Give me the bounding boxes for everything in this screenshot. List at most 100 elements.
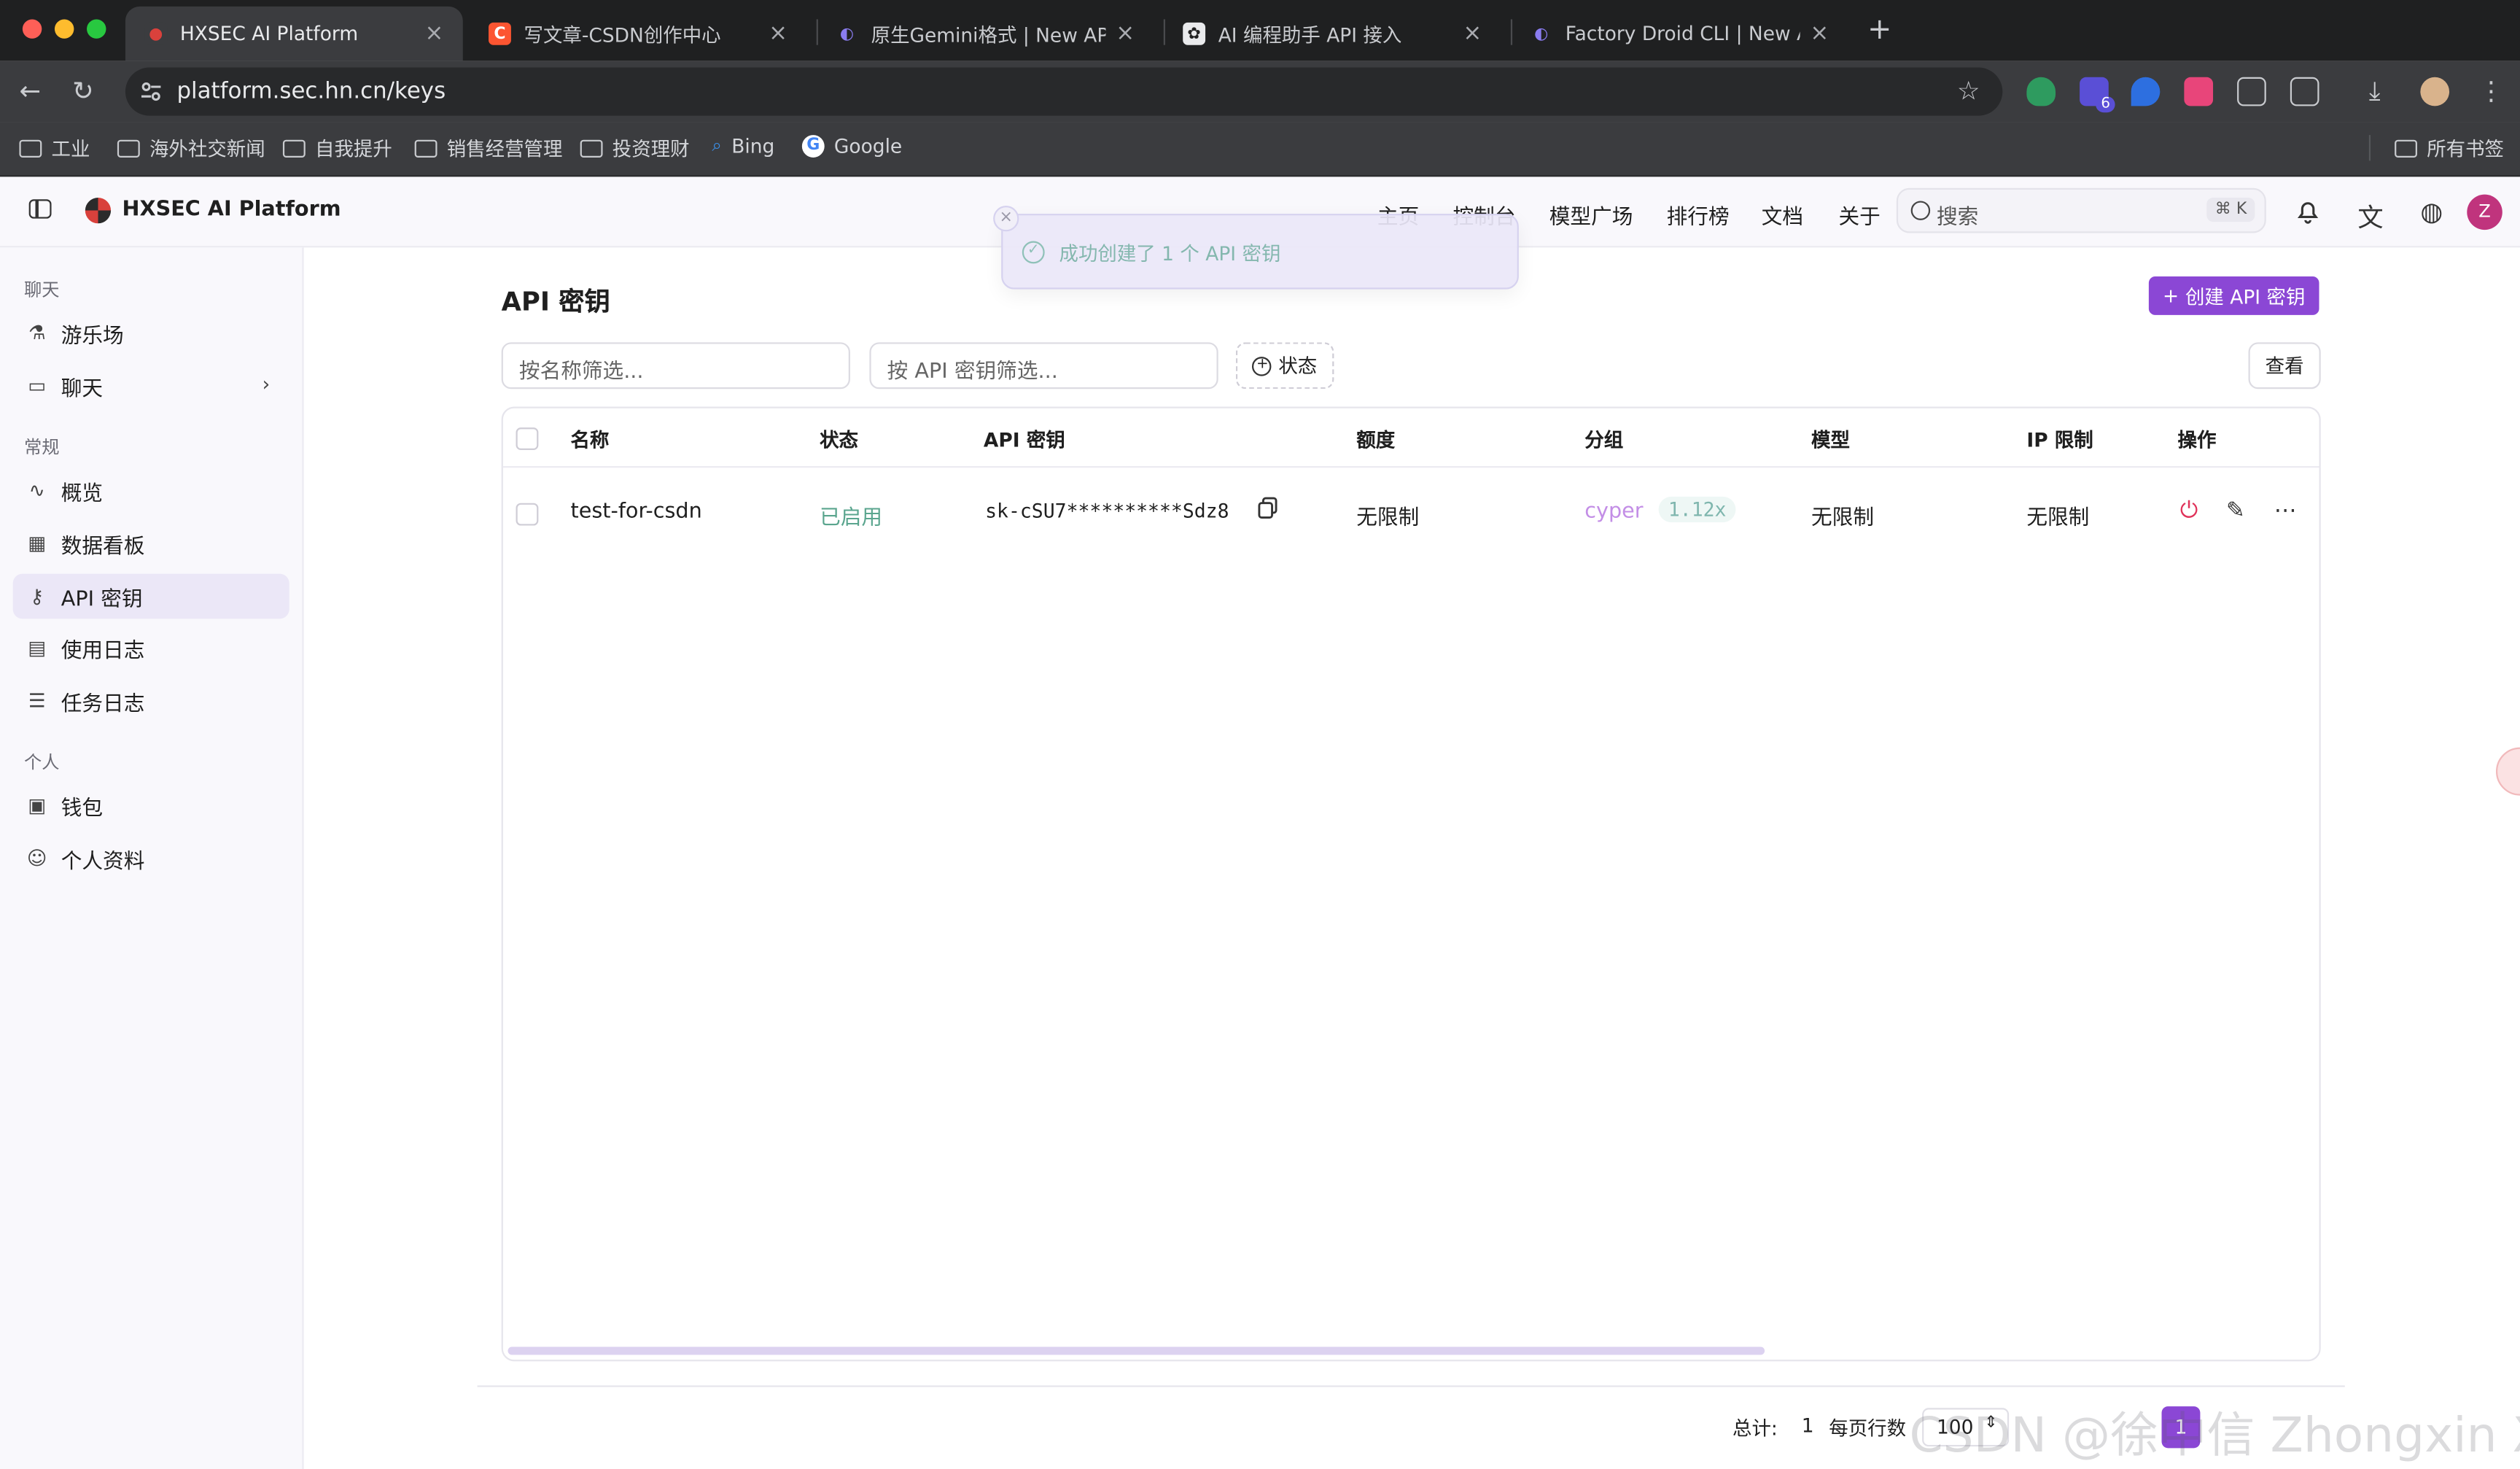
horizontal-scrollbar[interactable] <box>508 1346 1765 1355</box>
browser-tab-hxsec[interactable]: ● HXSEC AI Platform × <box>125 6 463 61</box>
browser-tab-factory-droid[interactable]: ◐ Factory Droid CLI | New API × <box>1511 7 1848 61</box>
sidebar-item-dashboard[interactable]: ▦ 数据看板 <box>13 521 289 566</box>
sidebar-toggle-icon[interactable] <box>28 199 52 219</box>
sidebar-item-wallet[interactable]: ▣ 钱包 <box>13 783 289 828</box>
extension-with-badge-icon[interactable]: 6 <box>2080 77 2115 113</box>
ratio-tag: 1.12x <box>1658 496 1736 523</box>
sidebar-item-playground[interactable]: ⚗ 游乐场 <box>13 310 289 355</box>
edit-icon[interactable]: ✎ <box>2222 498 2248 524</box>
create-api-key-button[interactable]: + 创建 API 密钥 <box>2148 276 2319 315</box>
close-window-button[interactable] <box>22 19 42 39</box>
disable-power-icon[interactable]: ⏻ <box>2176 498 2201 524</box>
sidebar-section-general: 常规 <box>24 437 60 458</box>
more-menu-icon[interactable]: ⋮ <box>2478 76 2504 106</box>
brand-name[interactable]: HXSEC AI Platform <box>122 198 341 222</box>
close-tab-icon[interactable]: × <box>769 21 788 47</box>
column-header[interactable]: IP 限制 <box>2026 426 2093 453</box>
column-header[interactable]: API 密钥 <box>984 426 1065 453</box>
bing-icon: ⌕ <box>712 135 723 156</box>
tab-title: 写文章-CSDN创作中心 <box>524 23 721 46</box>
bookmark-bing[interactable]: ⌕ Bing <box>712 135 774 158</box>
nav-model-plaza[interactable]: 模型广场 <box>1549 199 1633 230</box>
browser-tab-gemini[interactable]: ◐ 原生Gemini格式 | New API × <box>817 7 1154 61</box>
hxsec-logo-icon <box>85 198 112 224</box>
extensions-puzzle-icon[interactable] <box>2290 77 2319 106</box>
bookmark-google[interactable]: G Google <box>801 135 902 158</box>
more-actions-icon[interactable]: ⋯ <box>2273 498 2298 524</box>
column-header[interactable]: 模型 <box>1811 426 1850 453</box>
close-icon[interactable]: × <box>993 206 1019 232</box>
close-tab-icon[interactable]: × <box>1810 21 1829 47</box>
address-bar[interactable]: platform.sec.hn.cn/keys ☆ <box>125 67 2003 116</box>
toast-message: 成功创建了 1 个 API 密钥 <box>1059 242 1281 265</box>
select-all-checkbox[interactable] <box>516 427 539 450</box>
column-header[interactable]: 状态 <box>820 426 858 453</box>
browser-tab-strip: ● HXSEC AI Platform × C 写文章-CSDN创作中心 × ◐… <box>0 0 2520 61</box>
site-settings-icon[interactable] <box>139 79 164 104</box>
tab-title: 原生Gemini格式 | New API <box>871 23 1107 46</box>
bookmark-folder[interactable]: 销售经营管理 <box>414 135 562 162</box>
folder-icon <box>19 139 42 158</box>
key-filter-input[interactable]: 按 API 密钥筛选... <box>869 342 1218 389</box>
row-checkbox[interactable] <box>516 503 539 526</box>
name-filter-input[interactable]: 按名称筛选... <box>501 342 850 389</box>
table-header: 名称 状态 API 密钥 额度 分组 模型 IP 限制 操作 <box>502 408 2319 468</box>
sidebar-item-label: 使用日志 <box>61 638 145 663</box>
shield-extension-icon[interactable] <box>2026 77 2056 106</box>
column-header[interactable]: 名称 <box>570 426 609 453</box>
browser-tab-ai-coding[interactable]: ✿ AI 编程助手 API 接入 × <box>1164 7 1501 61</box>
new-tab-icon[interactable]: + <box>1867 13 1891 47</box>
bookmark-folder[interactable]: 工业 <box>19 135 90 162</box>
column-header[interactable]: 分组 <box>1584 426 1623 453</box>
back-arrow-icon[interactable]: ← <box>19 76 41 106</box>
bookmark-folder[interactable]: 自我提升 <box>282 135 392 162</box>
browser-tab-csdn[interactable]: C 写文章-CSDN创作中心 × <box>470 7 807 61</box>
map-pin-extension-icon[interactable] <box>2131 77 2161 106</box>
toolbox-extension-icon[interactable] <box>2237 77 2266 106</box>
key-name: test-for-csdn <box>570 500 702 524</box>
all-bookmarks-folder[interactable]: 所有书签 <box>2395 135 2504 162</box>
sidebar-item-usage-logs[interactable]: ▤ 使用日志 <box>13 625 289 670</box>
tab-title: AI 编程助手 API 接入 <box>1218 23 1402 46</box>
user-avatar[interactable]: Z <box>2467 194 2502 230</box>
close-tab-icon[interactable]: × <box>1463 21 1482 47</box>
close-tab-icon[interactable]: × <box>1116 21 1135 47</box>
close-tab-icon[interactable]: × <box>424 21 443 47</box>
sidebar-item-chat[interactable]: ▭ 聊天 › <box>13 363 289 408</box>
extension-badge: 6 <box>2096 96 2115 113</box>
column-header[interactable]: 额度 <box>1356 426 1395 453</box>
nav-leaderboard[interactable]: 排行榜 <box>1667 199 1730 230</box>
sidebar-item-profile[interactable]: ☺ 个人资料 <box>13 836 289 881</box>
nav-docs[interactable]: 文档 <box>1762 199 1803 230</box>
ip-limit-value: 无限制 <box>2026 506 2090 531</box>
zoom-window-button[interactable] <box>87 19 106 39</box>
profile-avatar-icon[interactable] <box>2420 77 2450 106</box>
view-button[interactable]: 查看 <box>2248 342 2321 389</box>
bookmark-folder[interactable]: 投资理财 <box>580 135 690 162</box>
footer-divider <box>477 1385 2345 1387</box>
sidebar-section-personal: 个人 <box>24 752 60 773</box>
reload-icon[interactable]: ↻ <box>72 76 94 106</box>
bell-icon[interactable] <box>2293 196 2322 225</box>
sidebar-item-overview[interactable]: ∿ 概览 <box>13 468 289 513</box>
folder-icon <box>414 139 438 158</box>
activity-icon: ∿ <box>28 478 45 502</box>
language-icon[interactable]: 文 <box>2356 196 2385 233</box>
bookmark-folder[interactable]: 海外社交新闻 <box>117 135 265 162</box>
sidebar-item-api-keys[interactable]: ⚷ API 密钥 <box>12 573 289 619</box>
download-icon[interactable]: ⤓ <box>2369 76 2381 108</box>
palette-icon[interactable]: ◍ <box>2417 196 2446 227</box>
search-input[interactable]: 搜索 ⌘ K <box>1896 187 2266 233</box>
bookmark-star-icon[interactable]: ☆ <box>1957 76 1980 106</box>
folder-icon <box>282 139 306 158</box>
copy-icon[interactable] <box>1257 497 1280 526</box>
status-filter-button[interactable]: + 状态 <box>1235 342 1334 389</box>
nav-about[interactable]: 关于 <box>1838 199 1880 230</box>
page-title: API 密钥 <box>501 286 610 317</box>
minimize-window-button[interactable] <box>54 19 74 39</box>
floating-assistant-icon[interactable] <box>2495 747 2520 796</box>
url-text: platform.sec.hn.cn/keys <box>176 78 446 105</box>
translate-extension-icon[interactable] <box>2184 77 2214 106</box>
sidebar-item-task-logs[interactable]: ☰ 任务日志 <box>13 678 289 724</box>
log-icon: ▤ <box>28 636 47 659</box>
